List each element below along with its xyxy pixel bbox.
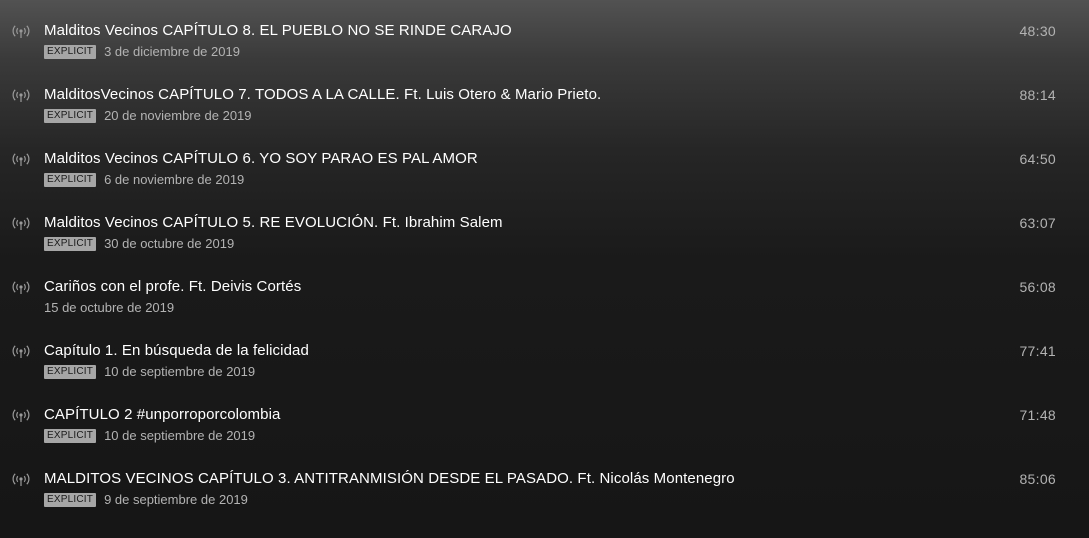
podcast-broadcast-icon [12, 472, 30, 488]
explicit-badge: EXPLICIT [44, 45, 97, 59]
episode-duration: 77:41 [1019, 343, 1056, 359]
episode-date: 9 de septiembre de 2019 [104, 492, 248, 507]
podcast-broadcast-icon [12, 408, 30, 424]
episode-row-6[interactable]: Capítulo 1. En búsqueda de la felicidad … [0, 320, 1089, 384]
podcast-broadcast-icon [12, 344, 30, 360]
explicit-badge: EXPLICIT [44, 173, 97, 187]
podcast-broadcast-icon [12, 152, 30, 168]
explicit-badge: EXPLICIT [44, 109, 97, 123]
episode-title[interactable]: MALDITOS VECINOS CAPÍTULO 3. ANTITRANMIS… [44, 470, 735, 488]
episode-duration: 85:06 [1019, 471, 1056, 487]
episode-row-8[interactable]: MALDITOS VECINOS CAPÍTULO 3. ANTITRANMIS… [0, 448, 1089, 512]
explicit-badge: EXPLICIT [44, 237, 97, 251]
episode-meta: EXPLICIT 10 de septiembre de 2019 [44, 428, 255, 444]
episode-title[interactable]: Cariños con el profe. Ft. Deivis Cortés [44, 278, 301, 296]
episode-date: 15 de octubre de 2019 [44, 300, 175, 315]
episode-date: 30 de octubre de 2019 [104, 236, 235, 251]
episode-meta: EXPLICIT 9 de septiembre de 2019 [44, 492, 248, 508]
episode-meta: EXPLICIT 20 de noviembre de 2019 [44, 108, 252, 124]
episode-title[interactable]: MalditosVecinos CAPÍTULO 7. TODOS A LA C… [44, 86, 601, 104]
episode-row-2[interactable]: MalditosVecinos CAPÍTULO 7. TODOS A LA C… [0, 64, 1089, 128]
explicit-badge: EXPLICIT [44, 365, 97, 379]
episode-meta: 15 de octubre de 2019 [44, 300, 174, 316]
podcast-broadcast-icon [12, 24, 30, 40]
episode-duration: 64:50 [1019, 151, 1056, 167]
episode-meta: EXPLICIT 10 de septiembre de 2019 [44, 364, 255, 380]
episode-title[interactable]: CAPÍTULO 2 #unporroporcolombia [44, 406, 280, 424]
episode-date: 20 de noviembre de 2019 [104, 108, 252, 123]
episode-date: 10 de septiembre de 2019 [104, 428, 256, 443]
episode-meta: EXPLICIT 6 de noviembre de 2019 [44, 172, 244, 188]
explicit-badge: EXPLICIT [44, 429, 97, 443]
episode-row-3[interactable]: Malditos Vecinos CAPÍTULO 6. YO SOY PARA… [0, 128, 1089, 192]
episode-title[interactable]: Malditos Vecinos CAPÍTULO 8. EL PUEBLO N… [44, 22, 512, 40]
episode-row-1[interactable]: Malditos Vecinos CAPÍTULO 8. EL PUEBLO N… [0, 0, 1089, 64]
episode-duration: 56:08 [1019, 279, 1056, 295]
podcast-broadcast-icon [12, 88, 30, 104]
episode-date: 6 de noviembre de 2019 [104, 172, 245, 187]
episode-date: 10 de septiembre de 2019 [104, 364, 256, 379]
episode-title[interactable]: Malditos Vecinos CAPÍTULO 6. YO SOY PARA… [44, 150, 478, 168]
episode-duration: 88:14 [1019, 87, 1056, 103]
episode-meta: EXPLICIT 3 de diciembre de 2019 [44, 44, 240, 60]
episode-duration: 48:30 [1019, 23, 1056, 39]
episode-list: Malditos Vecinos CAPÍTULO 8. EL PUEBLO N… [0, 0, 1089, 512]
episode-date: 3 de diciembre de 2019 [104, 44, 240, 59]
episode-meta: EXPLICIT 30 de octubre de 2019 [44, 236, 234, 252]
podcast-broadcast-icon [12, 216, 30, 232]
episode-title[interactable]: Malditos Vecinos CAPÍTULO 5. RE EVOLUCIÓ… [44, 214, 503, 232]
explicit-badge: EXPLICIT [44, 493, 97, 507]
episode-title[interactable]: Capítulo 1. En búsqueda de la felicidad [44, 342, 309, 360]
episode-duration: 63:07 [1019, 215, 1056, 231]
episode-duration: 71:48 [1019, 407, 1056, 423]
episode-row-5[interactable]: Cariños con el profe. Ft. Deivis Cortés … [0, 256, 1089, 320]
episode-row-7[interactable]: CAPÍTULO 2 #unporroporcolombia EXPLICIT … [0, 384, 1089, 448]
episode-row-4[interactable]: Malditos Vecinos CAPÍTULO 5. RE EVOLUCIÓ… [0, 192, 1089, 256]
podcast-broadcast-icon [12, 280, 30, 296]
